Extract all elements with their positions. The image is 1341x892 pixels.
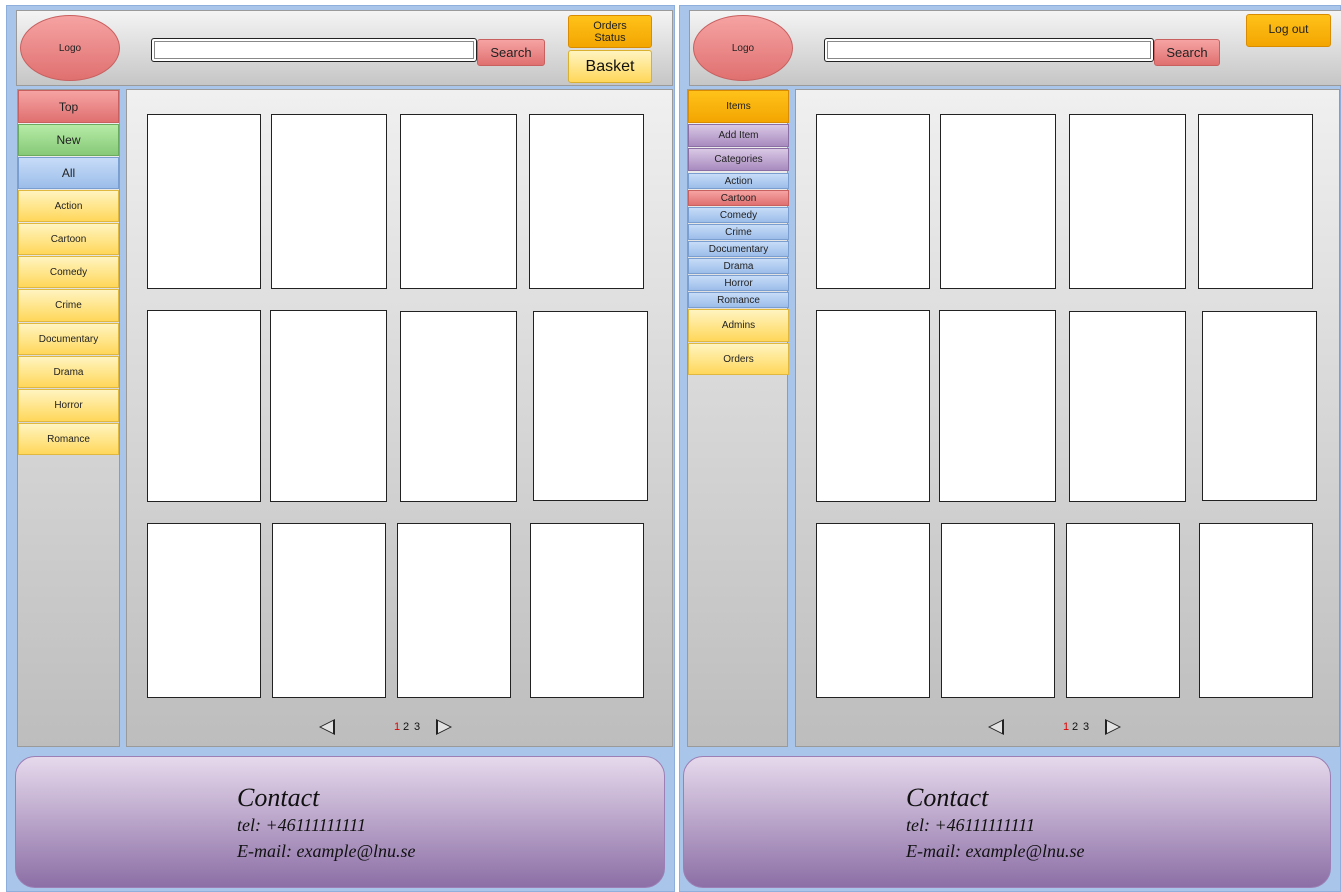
contact-footer: Contact tel: +46111111111 E-mail: exampl…	[683, 756, 1331, 888]
product-card[interactable]	[533, 311, 648, 501]
header: Logo Search Orders Status Basket	[16, 10, 673, 86]
orders-status-button[interactable]: Orders Status	[568, 15, 652, 48]
orders-status-label-1: Orders	[593, 20, 627, 32]
logout-button[interactable]: Log out	[1246, 14, 1331, 47]
search-input[interactable]	[824, 38, 1154, 62]
product-card[interactable]	[940, 114, 1056, 289]
category-crime[interactable]: Crime	[18, 289, 119, 322]
product-card[interactable]	[530, 523, 644, 698]
orders-status-label-2: Status	[594, 32, 626, 44]
product-card[interactable]	[816, 114, 930, 289]
product-card[interactable]	[816, 523, 930, 698]
product-card[interactable]	[1199, 523, 1313, 698]
category-crime[interactable]: Crime	[688, 224, 789, 240]
category-action[interactable]: Action	[688, 173, 789, 189]
category-cartoon[interactable]: Cartoon	[18, 223, 119, 255]
search-input[interactable]	[151, 38, 477, 62]
top-button[interactable]: Top	[18, 90, 119, 123]
orders-button[interactable]: Orders	[688, 343, 789, 375]
category-drama[interactable]: Drama	[688, 258, 789, 274]
product-grid: 1 2 3	[795, 89, 1340, 747]
logo[interactable]: Logo	[693, 15, 793, 81]
product-card[interactable]	[270, 310, 387, 502]
previous-page-icon[interactable]	[319, 719, 335, 735]
all-button[interactable]: All	[18, 157, 119, 189]
next-page-icon[interactable]	[436, 719, 452, 735]
category-comedy[interactable]: Comedy	[18, 256, 119, 288]
category-documentary[interactable]: Documentary	[688, 241, 789, 257]
contact-title: Contact	[906, 783, 989, 812]
admin-sidebar: Items Add Item Categories Action Cartoon…	[687, 89, 789, 747]
new-button[interactable]: New	[18, 124, 119, 156]
product-card[interactable]	[272, 523, 386, 698]
product-card[interactable]	[939, 310, 1056, 502]
product-card[interactable]	[400, 311, 517, 502]
contact-footer: Contact tel: +46111111111 E-mail: exampl…	[15, 756, 665, 888]
category-sidebar: Top New All Action Cartoon Comedy Crime …	[17, 89, 120, 747]
header: Logo Search Log out	[689, 10, 1341, 86]
contact-phone: tel: +46111111111	[906, 815, 1035, 835]
previous-page-icon[interactable]	[988, 719, 1004, 735]
product-card[interactable]	[1069, 311, 1186, 502]
items-button[interactable]: Items	[688, 90, 789, 123]
product-card[interactable]	[397, 523, 511, 698]
categories-button[interactable]: Categories	[688, 148, 789, 171]
search-button[interactable]: Search	[1154, 39, 1220, 66]
page-1[interactable]: 1	[394, 721, 400, 733]
product-card[interactable]	[941, 523, 1055, 698]
category-romance[interactable]: Romance	[688, 292, 789, 308]
admins-button[interactable]: Admins	[688, 309, 789, 342]
product-card[interactable]	[1066, 523, 1180, 698]
product-card[interactable]	[271, 114, 387, 289]
search-button[interactable]: Search	[477, 39, 545, 66]
category-action[interactable]: Action	[18, 190, 119, 222]
product-grid: 1 2 3	[126, 89, 673, 747]
category-comedy[interactable]: Comedy	[688, 207, 789, 223]
basket-button[interactable]: Basket	[568, 50, 652, 83]
contact-email: E-mail: example@lnu.se	[906, 841, 1085, 861]
category-romance[interactable]: Romance	[18, 423, 119, 455]
category-drama[interactable]: Drama	[18, 356, 119, 388]
category-documentary[interactable]: Documentary	[18, 323, 119, 355]
add-item-button[interactable]: Add Item	[688, 124, 789, 147]
page-2[interactable]: 2	[1072, 721, 1078, 733]
next-page-icon[interactable]	[1105, 719, 1121, 735]
category-horror[interactable]: Horror	[18, 389, 119, 422]
admin-view-panel: Logo Search Log out Items Add Item Categ…	[679, 5, 1341, 892]
product-card[interactable]	[400, 114, 517, 289]
contact-phone: tel: +46111111111	[237, 815, 366, 835]
page-3[interactable]: 3	[414, 721, 420, 733]
pagination: 1 2 3	[988, 717, 1138, 737]
product-card[interactable]	[147, 310, 261, 502]
product-card[interactable]	[147, 523, 261, 698]
page-3[interactable]: 3	[1083, 721, 1089, 733]
product-card[interactable]	[1069, 114, 1186, 289]
customer-view-panel: Logo Search Orders Status Basket Top New…	[6, 5, 675, 892]
product-card[interactable]	[816, 310, 930, 502]
product-card[interactable]	[529, 114, 644, 289]
contact-title: Contact	[237, 783, 320, 812]
pagination: 1 2 3	[319, 717, 469, 737]
category-horror[interactable]: Horror	[688, 275, 789, 291]
product-card[interactable]	[147, 114, 261, 289]
logo[interactable]: Logo	[20, 15, 120, 81]
page-1[interactable]: 1	[1063, 721, 1069, 733]
product-card[interactable]	[1202, 311, 1317, 501]
contact-email: E-mail: example@lnu.se	[237, 841, 416, 861]
category-cartoon[interactable]: Cartoon	[688, 190, 789, 206]
page-2[interactable]: 2	[403, 721, 409, 733]
product-card[interactable]	[1198, 114, 1313, 289]
